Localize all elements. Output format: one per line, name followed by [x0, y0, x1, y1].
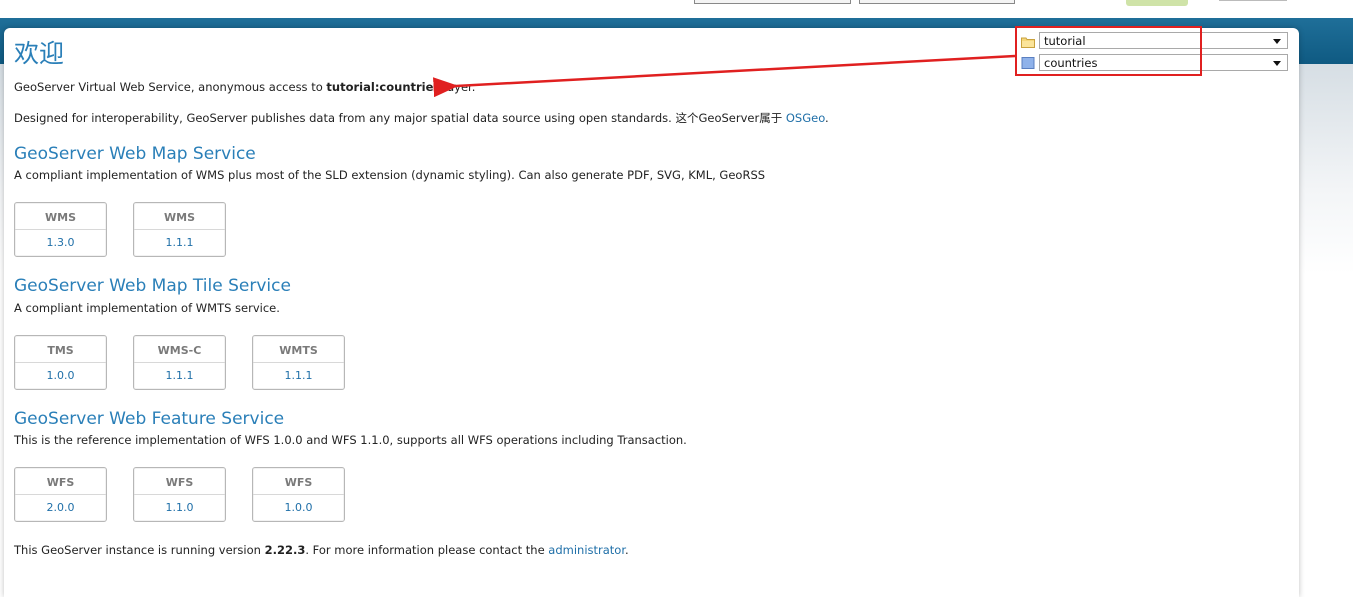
version-link[interactable]: 1.1.0 [134, 501, 225, 514]
version-box-divider [253, 494, 344, 495]
description-end: . [825, 111, 829, 125]
version-box-name: WFS [284, 476, 313, 489]
wmts-service-title[interactable]: GeoServer Web Map Tile Service [14, 276, 291, 296]
footer-prefix: This GeoServer instance is running versi… [14, 543, 265, 557]
wms-service-description: A compliant implementation of WMS plus m… [14, 168, 766, 182]
version-link[interactable]: 1.0.0 [15, 369, 106, 382]
footer-middle: . For more information please contact th… [305, 543, 549, 557]
version-box-divider [253, 362, 344, 363]
version-link[interactable]: 1.1.1 [253, 369, 344, 382]
administrator-link[interactable]: administrator [548, 543, 625, 557]
version-box-name: WMTS [279, 344, 318, 357]
version-link[interactable]: 2.0.0 [15, 501, 106, 514]
top-toolbar-button[interactable] [859, 0, 1015, 4]
version-box-divider [134, 494, 225, 495]
wmts-1-1-1-capabilities: WMTS 1.1.1 [252, 335, 345, 390]
intro-prefix: GeoServer Virtual Web Service, anonymous… [14, 80, 327, 94]
top-toolbar [0, 0, 1353, 18]
version-box-divider [15, 229, 106, 230]
wms-service-title[interactable]: GeoServer Web Map Service [14, 144, 256, 164]
wfs-2-0-0-capabilities: WFS 2.0.0 [14, 467, 107, 522]
version-link[interactable]: 1.0.0 [253, 501, 344, 514]
version-box-divider [134, 229, 225, 230]
wms-1-3-0-capabilities: WMS 1.3.0 [14, 202, 107, 257]
version-link[interactable]: 1.3.0 [15, 236, 106, 249]
version-box-divider [15, 494, 106, 495]
description-text: Designed for interoperability, GeoServer… [14, 110, 829, 126]
footer-end: . [625, 543, 629, 557]
version-box-name: WMS-C [157, 344, 202, 357]
top-toolbar-green-button[interactable] [1126, 0, 1188, 6]
wmts-service-description: A compliant implementation of WMTS servi… [14, 301, 280, 315]
tms-1-0-0-capabilities: TMS 1.0.0 [14, 335, 107, 390]
version-link[interactable]: 1.1.1 [134, 236, 225, 249]
version-box-name: WFS [165, 476, 194, 489]
intro-suffix: layer. [440, 80, 476, 94]
version-box-divider [134, 362, 225, 363]
osgeo-link[interactable]: OSGeo [786, 111, 825, 125]
wfs-service-title[interactable]: GeoServer Web Feature Service [14, 409, 284, 429]
version-box-divider [15, 362, 106, 363]
intro-layer-name: tutorial:countries [326, 80, 441, 94]
wfs-1-1-0-capabilities: WFS 1.1.0 [133, 467, 226, 522]
chevron-down-icon [1273, 39, 1281, 44]
version-box-name: TMS [47, 344, 74, 357]
footer-version: 2.22.3 [264, 543, 306, 557]
description-body: Designed for interoperability, GeoServer… [14, 111, 786, 125]
wfs-1-0-0-capabilities: WFS 1.0.0 [252, 467, 345, 522]
page-title: 欢迎 [14, 39, 65, 68]
version-link[interactable]: 1.1.1 [134, 369, 225, 382]
annotation-highlight-box [1015, 26, 1202, 76]
wms-1-1-1-capabilities: WMS 1.1.1 [133, 202, 226, 257]
top-toolbar-divider [1219, 0, 1287, 1]
wms-c-1-1-1-capabilities: WMS-C 1.1.1 [133, 335, 226, 390]
wfs-service-description: This is the reference implementation of … [14, 433, 687, 447]
version-box-name: WFS [46, 476, 75, 489]
intro-text: GeoServer Virtual Web Service, anonymous… [14, 80, 475, 94]
chevron-down-icon [1273, 61, 1281, 66]
version-box-name: WMS [44, 211, 76, 224]
version-box-name: WMS [163, 211, 195, 224]
top-toolbar-button[interactable] [694, 0, 851, 4]
footer-text: This GeoServer instance is running versi… [14, 543, 629, 557]
